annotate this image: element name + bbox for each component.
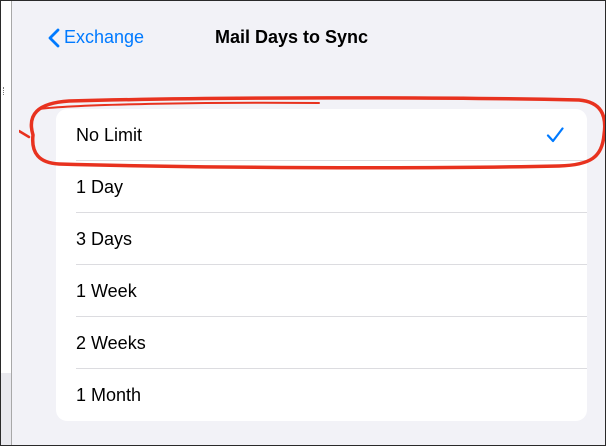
option-label: 1 Day [76, 176, 124, 197]
page-title: Mail Days to Sync [214, 27, 369, 47]
previous-view-cell [1, 217, 11, 270]
sync-options-list: No Limit 1 Day 3 Days 1 Week 2 Weeks 1 M… [56, 109, 587, 421]
previous-view-cell [1, 1, 11, 66]
previous-view-cell [1, 321, 11, 374]
option-no-limit[interactable]: No Limit [56, 109, 587, 161]
previous-view-cell [1, 165, 11, 218]
navigation-bar: Exchange Mail Days to Sync [12, 1, 605, 65]
checkmark-icon [546, 127, 564, 143]
option-1-month[interactable]: 1 Month [56, 369, 587, 421]
screenshot-frame: Exchange Mail Days to Sync No Limit 1 Da… [0, 0, 606, 446]
option-label: 3 Days [76, 228, 133, 249]
previous-view-cell [1, 269, 11, 322]
option-2-weeks[interactable]: 2 Weeks [56, 317, 587, 369]
option-label: No Limit [76, 124, 143, 145]
option-3-days[interactable]: 3 Days [56, 213, 587, 265]
previous-view-edge [1, 1, 12, 445]
previous-view-cell [1, 373, 11, 445]
option-label: 1 Week [76, 280, 137, 301]
option-1-day[interactable]: 1 Day [56, 161, 587, 213]
previous-view-detail [3, 87, 7, 95]
option-label: 2 Weeks [76, 332, 146, 353]
option-label: 1 Month [76, 384, 142, 405]
mail-days-panel: Exchange Mail Days to Sync No Limit 1 Da… [12, 1, 605, 445]
option-1-week[interactable]: 1 Week [56, 265, 587, 317]
previous-view-cell [1, 111, 11, 166]
